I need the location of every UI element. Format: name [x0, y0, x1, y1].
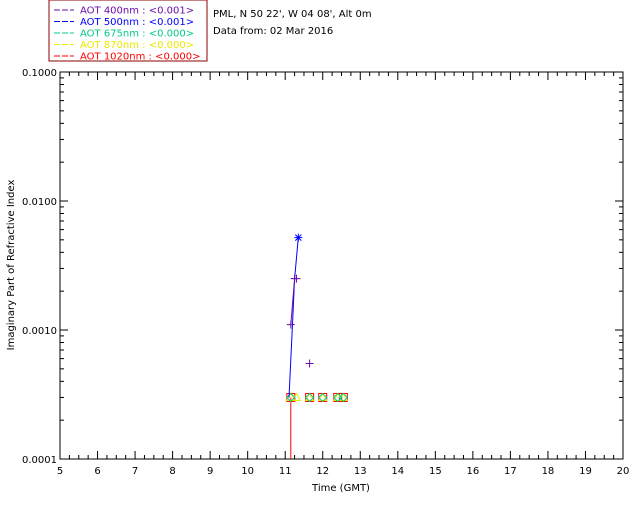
- x-tick-label: 20: [617, 466, 630, 477]
- legend-entry: AOT 1020nm : <0.000>: [80, 52, 200, 63]
- y-tick-label: 0.0100: [22, 197, 57, 208]
- y-tick-label: 0.1000: [22, 68, 57, 79]
- x-tick-label: 6: [94, 466, 100, 477]
- x-tick-label: 9: [207, 466, 213, 477]
- plus-marker: [292, 274, 301, 283]
- series-group: [288, 233, 303, 398]
- date-info: Data from: 02 Mar 2016: [213, 26, 333, 37]
- x-tick-label: 17: [504, 466, 517, 477]
- asterisk-marker: [294, 233, 303, 242]
- x-tick-label: 18: [542, 466, 555, 477]
- plus-marker: [286, 320, 295, 329]
- refractive-index-chart: AOT 400nm : <0.001>AOT 500nm : <0.001>AO…: [6, 0, 629, 494]
- legend-entry: AOT 500nm : <0.001>: [80, 17, 194, 28]
- legend-entry: AOT 675nm : <0.000>: [80, 29, 194, 40]
- x-axis-label: Time (GMT): [311, 483, 370, 494]
- x-tick-label: 11: [279, 466, 292, 477]
- series-line: [288, 237, 299, 398]
- x-tick-label: 7: [132, 466, 138, 477]
- plus-marker: [305, 359, 314, 368]
- x-tick-label: 13: [354, 466, 367, 477]
- x-tick-label: 8: [169, 466, 175, 477]
- legend-entry: AOT 870nm : <0.000>: [80, 40, 194, 51]
- x-tick-label: 5: [57, 466, 63, 477]
- y-tick-label: 0.0001: [22, 455, 57, 466]
- y-axis-label: Imaginary Part of Refractive Index: [6, 180, 17, 351]
- x-tick-label: 16: [466, 466, 479, 477]
- x-tick-label: 12: [316, 466, 329, 477]
- series-group: [286, 392, 348, 459]
- site-info: PML, N 50 22', W 04 08', Alt 0m: [213, 9, 372, 20]
- y-tick-label: 0.0010: [22, 326, 57, 337]
- x-tick-label: 14: [391, 466, 404, 477]
- x-tick-label: 15: [429, 466, 442, 477]
- legend-entry: AOT 400nm : <0.001>: [80, 6, 194, 17]
- series-layer: [285, 233, 349, 459]
- axis-ticks: 5 6 7 8 9 10 11 12 13 14 15 16 17 18 19 20 0.0001 0.0010 0…: [22, 68, 629, 477]
- x-tick-label: 10: [241, 466, 254, 477]
- x-tick-label: 19: [579, 466, 592, 477]
